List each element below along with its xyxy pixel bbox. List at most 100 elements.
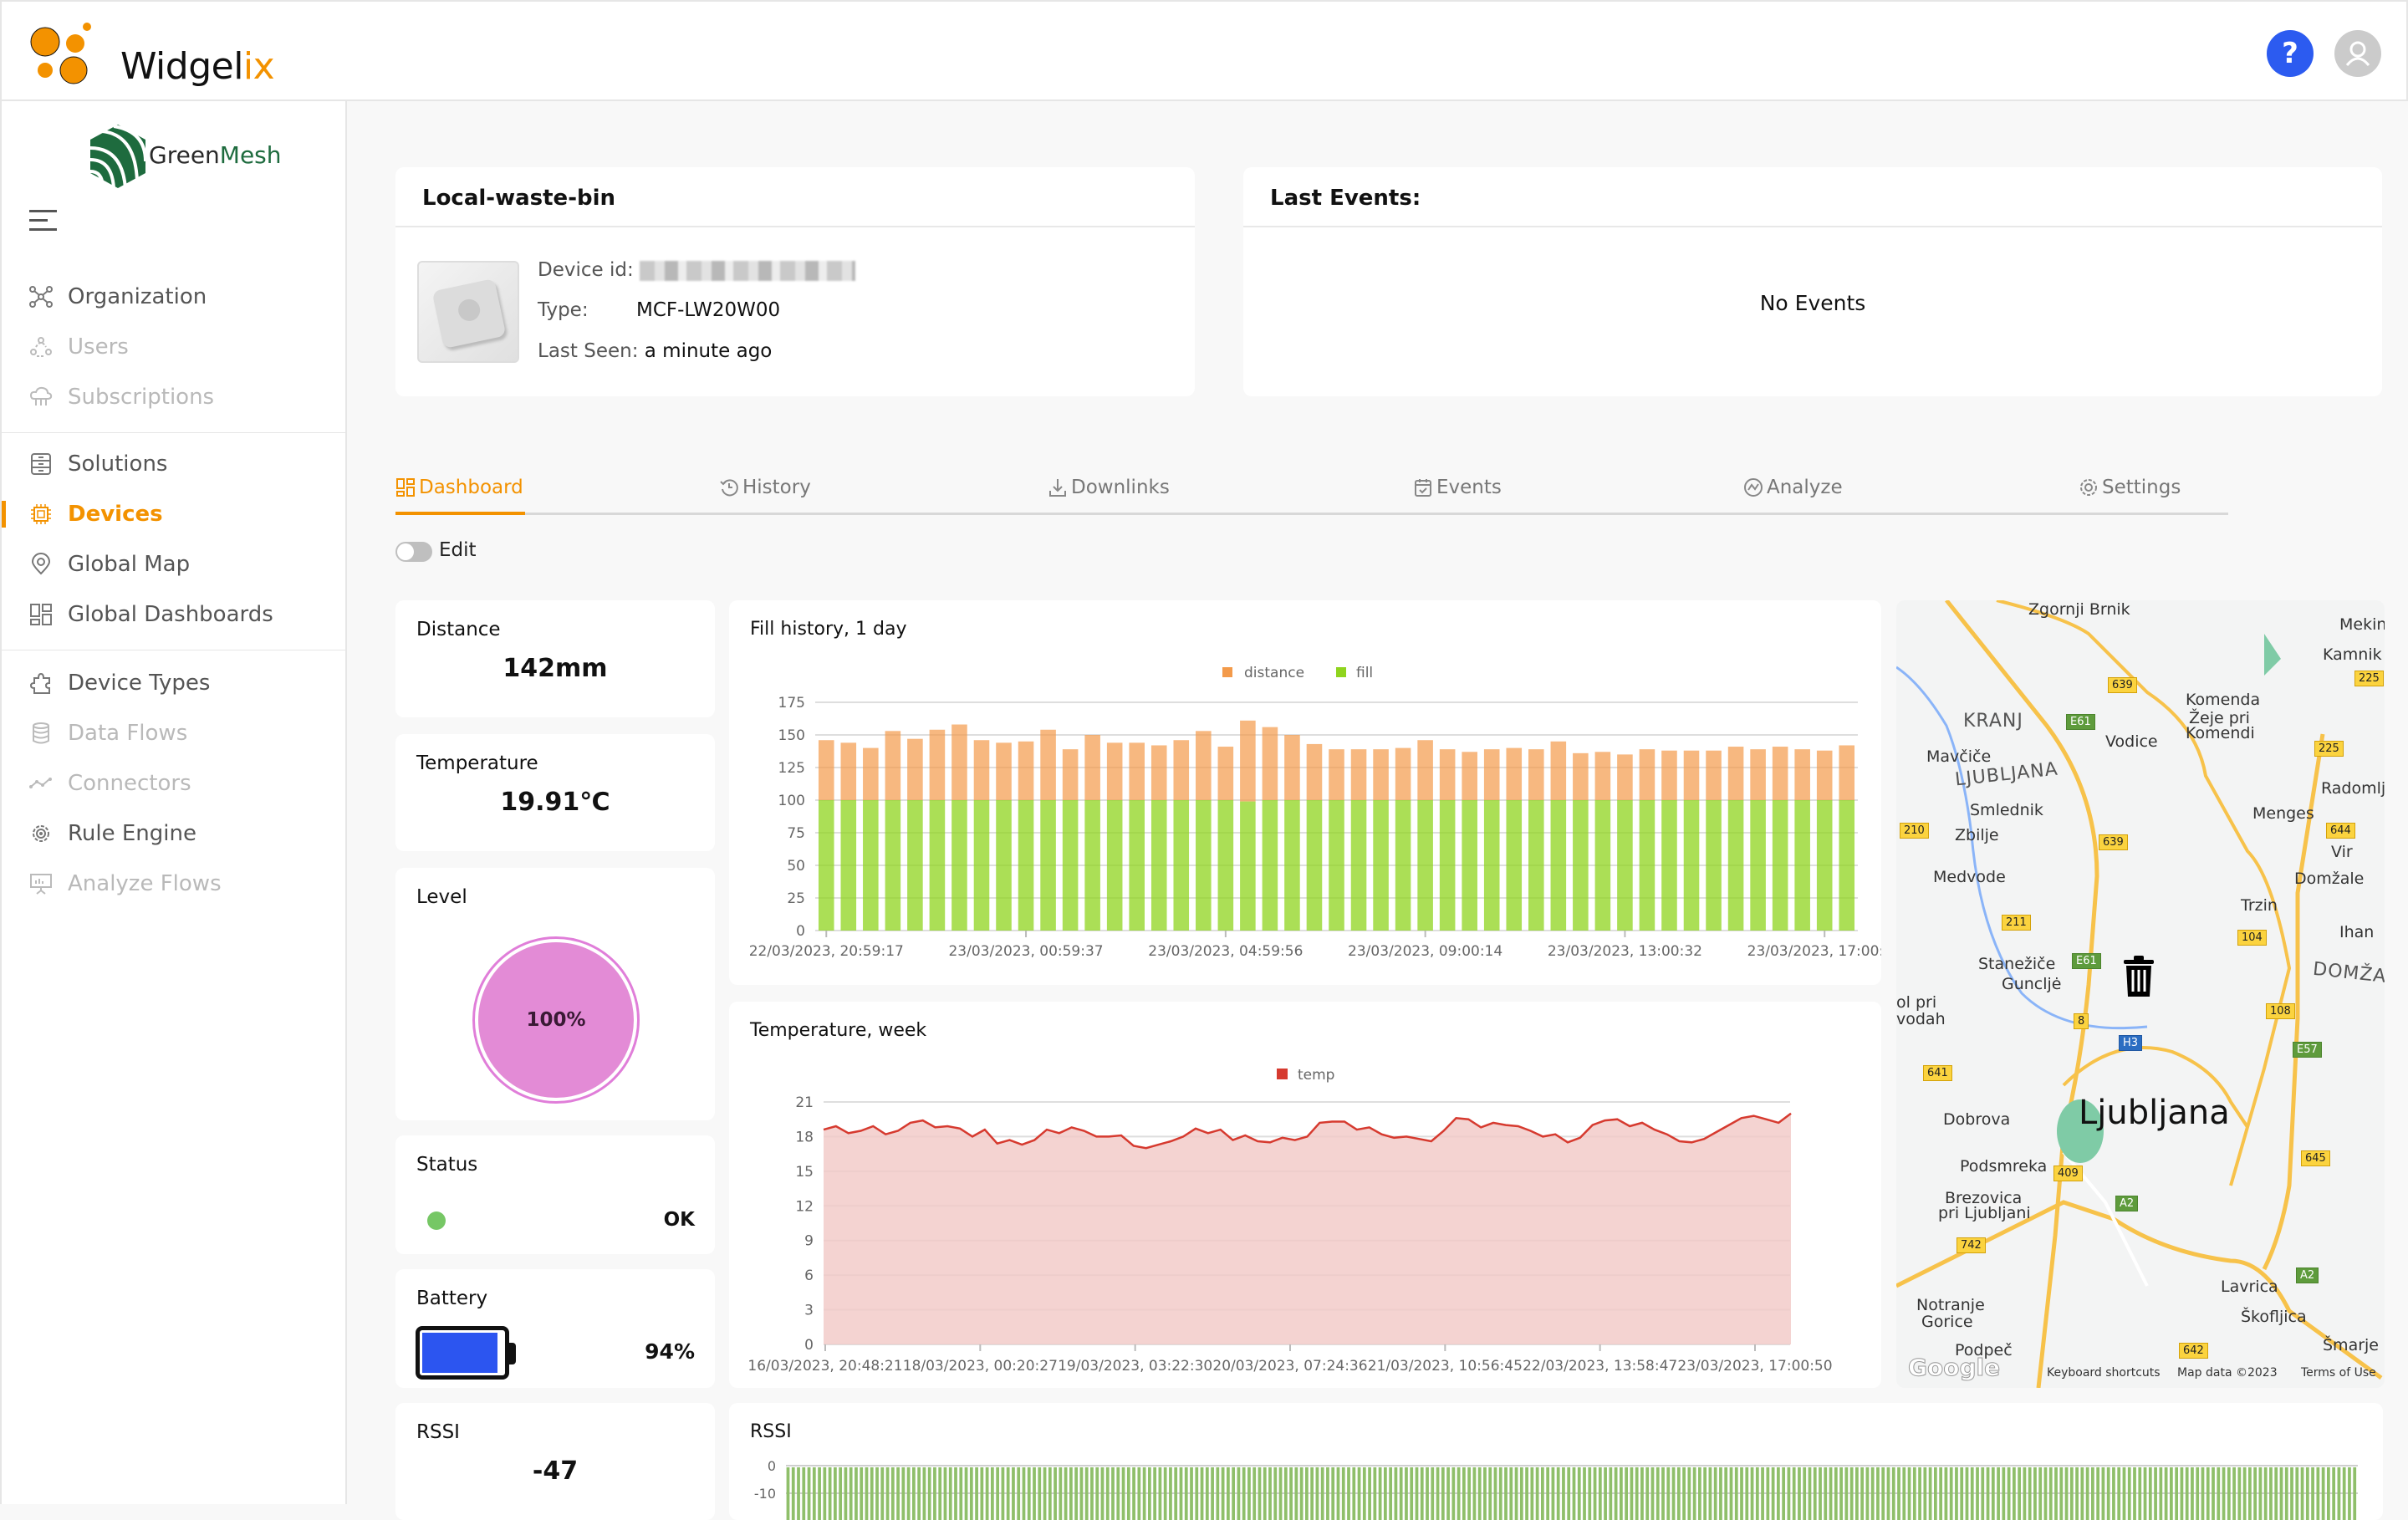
menu-toggle-icon[interactable]: [29, 210, 57, 232]
rssi-chart-card: RSSI 0 -10: [729, 1403, 2383, 1520]
rssi-bar: [818, 1467, 821, 1520]
google-logo: Google: [1907, 1354, 2001, 1382]
edit-toggle[interactable]: [395, 542, 432, 562]
rssi-chart: 0 -10: [754, 1458, 2358, 1520]
terms-of-use-link[interactable]: Terms of Use: [2301, 1366, 2376, 1380]
sidebar-item-organization[interactable]: Organization: [2, 273, 347, 320]
bar-distance: [1661, 750, 1677, 800]
brand-name: GreenMesh: [149, 141, 282, 169]
rssi-bar: [1064, 1467, 1068, 1520]
sidebar-item-global-map[interactable]: Global Map: [2, 541, 347, 588]
bar-fill: [1373, 800, 1389, 931]
sidebar-item-devices[interactable]: Devices: [2, 491, 347, 538]
rssi-bar: [1504, 1467, 1508, 1520]
map-label: Lavrica: [2221, 1278, 2278, 1296]
rssi-bar: [2054, 1467, 2058, 1520]
rssi-bar: [1216, 1467, 1220, 1520]
tab-dashboard[interactable]: Dashboard: [395, 477, 523, 498]
rssi-bar: [1472, 1467, 1477, 1520]
rssi-bar: [828, 1467, 832, 1520]
bar-distance: [1284, 735, 1300, 800]
tab-downlinks[interactable]: Downlinks: [1048, 477, 1170, 498]
bar-fill: [1417, 800, 1433, 931]
rssi-bar: [985, 1467, 989, 1520]
sidebar-item-data-flows[interactable]: Data Flows: [2, 710, 347, 757]
bar-fill: [1062, 800, 1079, 931]
rssi-bar: [1043, 1467, 1047, 1520]
x-tick-label: 19/03/2023, 03:22:30: [1058, 1358, 1212, 1375]
rssi-bar: [1955, 1467, 1958, 1520]
rssi-bar: [1604, 1467, 1607, 1520]
rssi-bar: [1891, 1467, 1895, 1520]
bar-distance: [996, 742, 1012, 800]
tab-history[interactable]: History: [719, 477, 811, 498]
rssi-bar: [1132, 1467, 1135, 1520]
y-tick-label: 6: [804, 1268, 814, 1284]
rssi-bar: [1593, 1467, 1597, 1520]
sidebar-item-connectors[interactable]: Connectors: [2, 760, 347, 807]
tab-settings[interactable]: Settings: [2079, 477, 2181, 498]
rssi-bar: [2159, 1467, 2163, 1520]
y-tick-label: 12: [795, 1198, 814, 1215]
road-shield: 210: [1900, 823, 1929, 839]
sidebar-item-global-dashboards[interactable]: Global Dashboards: [2, 591, 347, 638]
map-label: Menges: [2252, 804, 2314, 823]
rssi-bar: [964, 1467, 968, 1520]
rssi-bar: [2242, 1467, 2247, 1520]
rssi-bar: [1671, 1467, 1676, 1520]
sidebar-item-subscriptions[interactable]: Subscriptions: [2, 374, 347, 421]
rssi-bar: [1326, 1467, 1329, 1520]
device-map[interactable]: Zgornji Brnik Mekinj Kamnik Komenda Žeje…: [1896, 600, 2385, 1388]
sidebar-item-rule-engine[interactable]: Rule Engine: [2, 810, 347, 857]
x-tick-label: 18/03/2023, 00:20:27: [903, 1358, 1058, 1375]
x-tick-label: 23/03/2023, 17:00:50: [1677, 1358, 1832, 1375]
bar-fill: [973, 800, 990, 931]
rssi-bar: [1477, 1467, 1482, 1520]
rssi-bar: [2180, 1467, 2184, 1520]
bar-fill: [907, 800, 923, 931]
rssi-bar: [1378, 1467, 1382, 1520]
bar-distance: [1617, 754, 1633, 800]
map-label: Guncljė: [2002, 975, 2062, 993]
sidebar-item-solutions[interactable]: Solutions: [2, 441, 347, 487]
rssi-bar: [2274, 1467, 2278, 1520]
map-label: Mekinj: [2339, 615, 2385, 634]
sidebar-item-users[interactable]: Users: [2, 324, 347, 370]
bar-distance: [951, 724, 967, 800]
rssi-bar: [1446, 1467, 1450, 1520]
widgelix-logo[interactable]: Widgelix: [27, 20, 275, 88]
rssi-bar: [2311, 1467, 2314, 1520]
help-button[interactable]: ?: [2267, 30, 2314, 77]
active-tab-indicator: [395, 512, 525, 515]
calendar-icon: [1415, 479, 1431, 497]
bar-distance: [907, 738, 923, 800]
map-label: Dobrova: [1943, 1110, 2011, 1129]
rssi-bar: [807, 1467, 811, 1520]
tab-analyze[interactable]: Analyze: [1743, 477, 1843, 498]
device-name: Local-waste-bin: [422, 186, 616, 211]
bar-distance: [1528, 749, 1544, 800]
road-shield: A2: [2296, 1268, 2319, 1283]
bar-fill: [1462, 800, 1477, 931]
rssi-bar: [1519, 1467, 1523, 1520]
app-name-main: Widgel: [120, 45, 243, 88]
gear-icon: [2080, 479, 2097, 496]
sidebar-item-analyze-flows[interactable]: Analyze Flows: [2, 860, 347, 907]
rssi-bar: [890, 1467, 895, 1520]
tab-events[interactable]: Events: [1413, 477, 1502, 498]
rssi-bar: [2085, 1467, 2089, 1520]
trash-bin-icon[interactable]: [2122, 955, 2155, 1002]
rssi-bar: [2284, 1467, 2288, 1520]
rssi-bar: [2002, 1467, 2006, 1520]
bar-fill: [1284, 800, 1300, 931]
rssi-value: -47: [532, 1456, 579, 1486]
rssi-bar: [1750, 1467, 1754, 1520]
sidebar-item-device-types[interactable]: Device Types: [2, 660, 347, 706]
user-avatar-button[interactable]: [2334, 30, 2381, 77]
keyboard-shortcuts-link[interactable]: Keyboard shortcuts: [2047, 1366, 2161, 1380]
rssi-bar: [1054, 1467, 1057, 1520]
rssi-bar: [1902, 1467, 1906, 1520]
dashboard-icon: [29, 603, 53, 626]
legend-label: fill: [1356, 665, 1373, 681]
distance-widget: Distance 142mm: [395, 600, 715, 717]
